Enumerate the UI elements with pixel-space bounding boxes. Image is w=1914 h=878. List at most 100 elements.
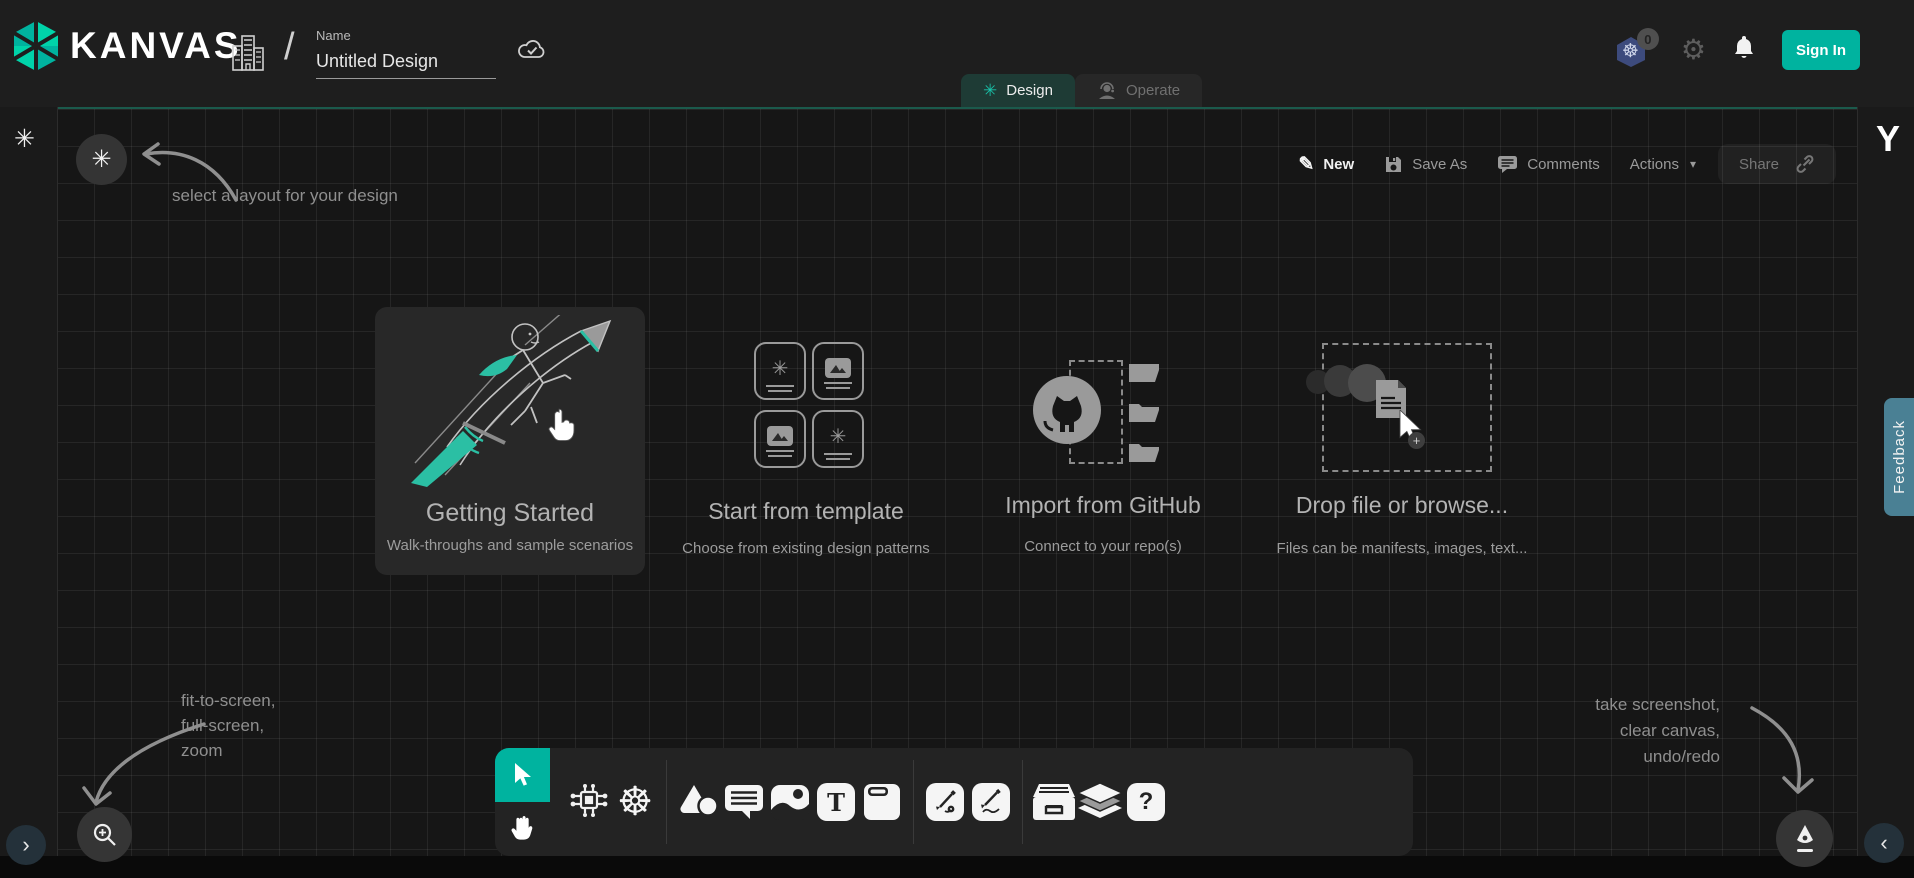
actions-label: Actions: [1630, 156, 1679, 173]
github-octocat-icon: [1031, 374, 1103, 446]
rocket-illustration: [405, 315, 620, 490]
github-title: Import from GitHub: [973, 492, 1233, 519]
kubernetes-count-badge: 0: [1637, 28, 1659, 50]
cloud-sync-icon: [517, 38, 547, 67]
new-label: New: [1323, 156, 1354, 173]
feedback-tab[interactable]: Feedback: [1884, 398, 1914, 516]
settings-gear-icon[interactable]: ⚙: [1681, 36, 1706, 64]
github-subtitle: Connect to your repo(s): [973, 538, 1233, 555]
kubernetes-tool[interactable]: ☸: [612, 779, 658, 825]
kanvas-app: KANVAS / Name: [0, 0, 1914, 878]
layers-tool[interactable]: [1077, 779, 1123, 825]
pen-tool-icon: [926, 783, 964, 821]
shapes-tool[interactable]: [675, 779, 721, 825]
toolbar-divider: [666, 760, 667, 844]
meshery-swirl-icon[interactable]: ✳: [14, 124, 35, 154]
comment-bubble-icon: [724, 784, 764, 820]
zoom-button[interactable]: [77, 807, 132, 862]
kubernetes-wheel-icon: ☸: [1622, 40, 1639, 63]
comment-tool[interactable]: [721, 779, 767, 825]
image-tool[interactable]: [767, 779, 813, 825]
design-name-input[interactable]: [316, 49, 496, 79]
tab-design-label: Design: [1006, 82, 1053, 99]
hint-line: fit-to-screen,: [181, 688, 275, 713]
template-tile-swirl: ✳: [812, 410, 864, 468]
kubernetes-context-button[interactable]: ☸ 0: [1615, 30, 1655, 70]
template-tile-image: [812, 342, 864, 400]
tab-operate-label: Operate: [1126, 82, 1180, 99]
toolbar-divider: [1022, 760, 1023, 844]
name-label: Name: [316, 28, 498, 43]
hand-icon: [511, 816, 535, 842]
breadcrumb-separator: /: [284, 26, 295, 69]
layout-flower-icon: ✳: [91, 145, 111, 174]
help-icon: ?: [1127, 783, 1165, 821]
pen-actions-button[interactable]: [1776, 810, 1833, 867]
left-sidebar-strip: [0, 107, 58, 856]
save-as-button[interactable]: Save As: [1376, 155, 1475, 174]
save-as-label: Save As: [1412, 156, 1467, 173]
text-tool-icon: T: [817, 783, 855, 821]
design-name-field: Name: [316, 28, 498, 79]
collapse-right-panel-button[interactable]: ‹: [1864, 823, 1904, 863]
getting-started-title: Getting Started: [375, 499, 645, 528]
app-header: KANVAS / Name: [0, 0, 1914, 107]
tab-design[interactable]: ✳ Design: [961, 74, 1075, 107]
pencil-icon: ✎: [1298, 153, 1314, 176]
text-tool[interactable]: T: [813, 779, 859, 825]
note-tool[interactable]: [859, 779, 905, 825]
kubernetes-wheel-icon: ☸: [617, 782, 653, 822]
plus-badge-icon: +: [1408, 432, 1425, 449]
image-icon: [770, 784, 810, 820]
design-swirl-icon: ✳: [983, 81, 997, 101]
hint-line: undo/redo: [1520, 744, 1720, 770]
template-tile-image: [754, 410, 806, 468]
actions-dropdown[interactable]: Actions ▾: [1622, 156, 1704, 173]
drawer-tool[interactable]: [1031, 779, 1077, 825]
pen-tool[interactable]: [922, 779, 968, 825]
hint-line: clear canvas,: [1520, 718, 1720, 744]
share-button[interactable]: Share: [1718, 144, 1836, 184]
component-tool[interactable]: [566, 779, 612, 825]
template-tile-swirl: ✳: [754, 342, 806, 400]
help-tool[interactable]: ?: [1123, 779, 1169, 825]
share-link-icon: [1795, 154, 1815, 174]
select-arrow-icon: [512, 763, 534, 787]
comment-icon: [1497, 155, 1518, 174]
brand-logo[interactable]: KANVAS: [12, 20, 242, 72]
tab-operate[interactable]: Operate: [1075, 74, 1202, 107]
template-title: Start from template: [666, 498, 946, 525]
layout-hint-text: select a layout for your design: [172, 186, 398, 206]
pan-tool[interactable]: [495, 802, 550, 856]
hint-line: take screenshot,: [1520, 692, 1720, 718]
feedback-label: Feedback: [1891, 420, 1908, 494]
sign-in-button[interactable]: Sign In: [1782, 30, 1860, 70]
select-tool[interactable]: [495, 748, 550, 802]
header-right-cluster: ☸ 0 ⚙ Sign In: [1615, 30, 1860, 70]
toolbar-divider: [913, 760, 914, 844]
floppy-disk-icon: [1384, 155, 1403, 174]
getting-started-subtitle: Walk-throughs and sample scenarios: [375, 537, 645, 554]
brand-wordmark: KANVAS: [70, 25, 242, 67]
new-button[interactable]: ✎ New: [1290, 153, 1362, 176]
magnifier-plus-icon: [92, 822, 118, 848]
repo-folders-icons: [1127, 358, 1163, 470]
notifications-bell-icon[interactable]: [1732, 34, 1756, 66]
pencil-draw-tool[interactable]: [968, 779, 1014, 825]
pointer-tools-group: [495, 748, 550, 856]
layout-selector-button[interactable]: ✳: [76, 134, 127, 185]
bottom-toolbar: ☸ T: [495, 748, 1413, 856]
getting-started-card[interactable]: Getting Started Walk-throughs and sample…: [375, 307, 645, 575]
image-icon: [767, 426, 793, 446]
swirl-icon: ✳: [772, 356, 789, 381]
organization-icon[interactable]: [230, 32, 266, 79]
chevron-right-icon: ›: [22, 832, 29, 858]
layers-icon: [1078, 782, 1122, 822]
bottom-strip: [0, 856, 1914, 878]
swirl-icon: ✳: [830, 424, 847, 449]
comments-button[interactable]: Comments: [1489, 155, 1608, 174]
drawer-icon: [1032, 783, 1076, 821]
pen-nib-icon: [1792, 824, 1818, 854]
shapes-icon: [677, 783, 719, 821]
expand-left-panel-button[interactable]: ›: [6, 825, 46, 865]
